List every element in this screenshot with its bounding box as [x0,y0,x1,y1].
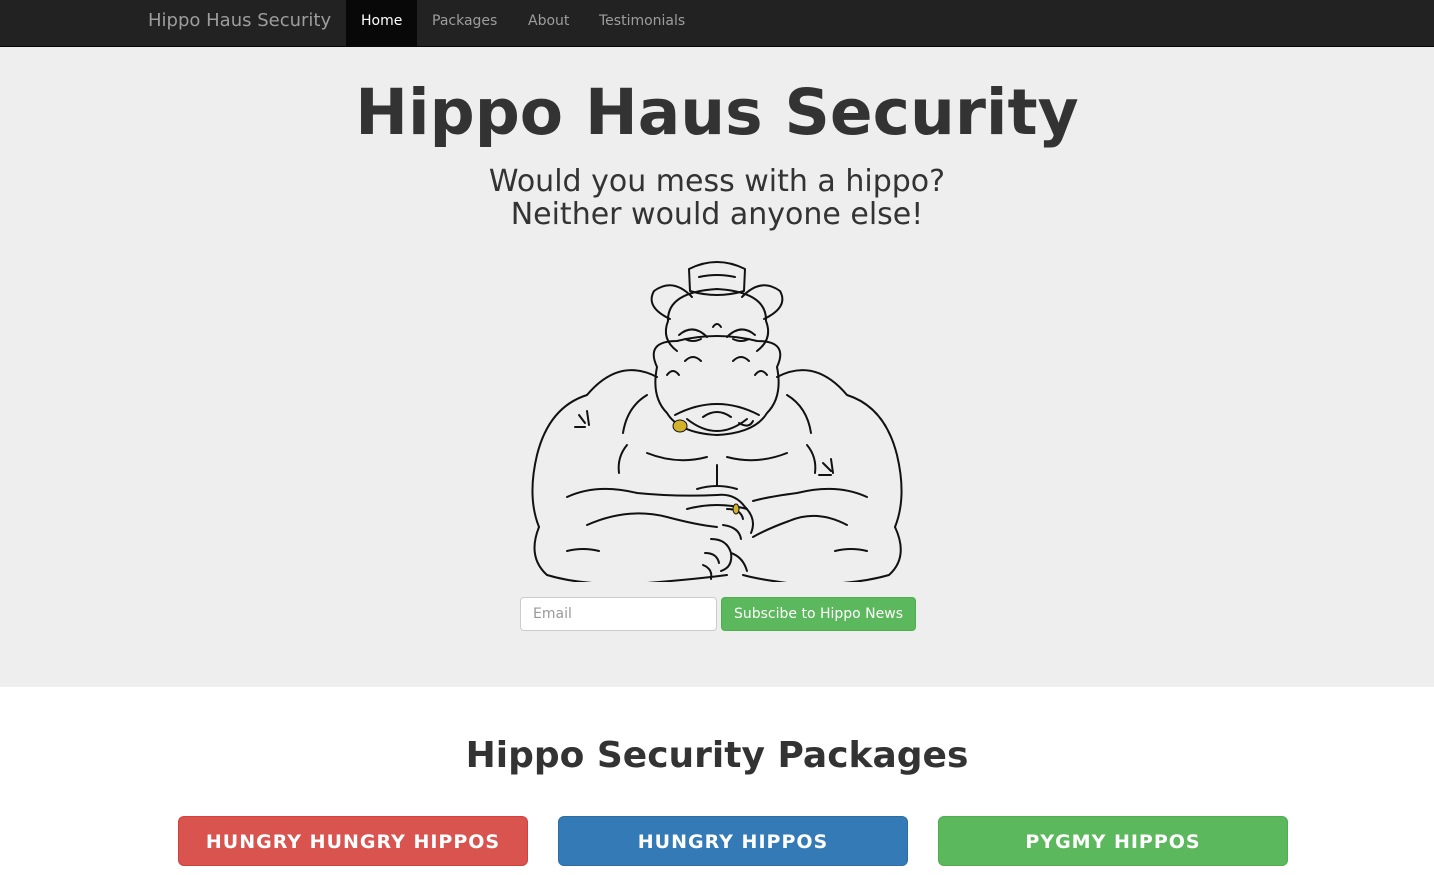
hero-subtitle: Would you mess with a hippo? Neither wou… [0,165,1434,231]
hero-title: Hippo Haus Security [355,76,1079,149]
email-input[interactable] [520,597,717,631]
hero-subtitle-line-2: Neither would anyone else! [510,197,924,232]
packages-heading: Hippo Security Packages [465,735,969,776]
top-navbar: Hippo Haus Security Home Packages About … [0,0,1434,47]
subscribe-button[interactable]: Subscibe to Hippo News [721,597,916,631]
nav-testimonials[interactable]: Testimonials [584,0,700,46]
nav-home[interactable]: Home [346,0,418,46]
nav-about[interactable]: About [513,0,584,46]
package-hungry-hungry-hippos-button[interactable]: HUNGRY HUNGRY HIPPOS [178,816,528,866]
hero-subtitle-line-1: Would you mess with a hippo? [488,164,946,199]
hero-jumbotron: Hippo Haus Security Would you mess with … [0,47,1434,687]
package-hungry-hippos-button[interactable]: HUNGRY HIPPOS [558,816,908,866]
package-pygmy-hippos-button[interactable]: PYGMY HIPPOS [938,816,1288,866]
navbar-brand[interactable]: Hippo Haus Security [148,0,331,46]
hippo-mascot-icon [531,261,903,582]
nav-packages[interactable]: Packages [417,0,512,46]
